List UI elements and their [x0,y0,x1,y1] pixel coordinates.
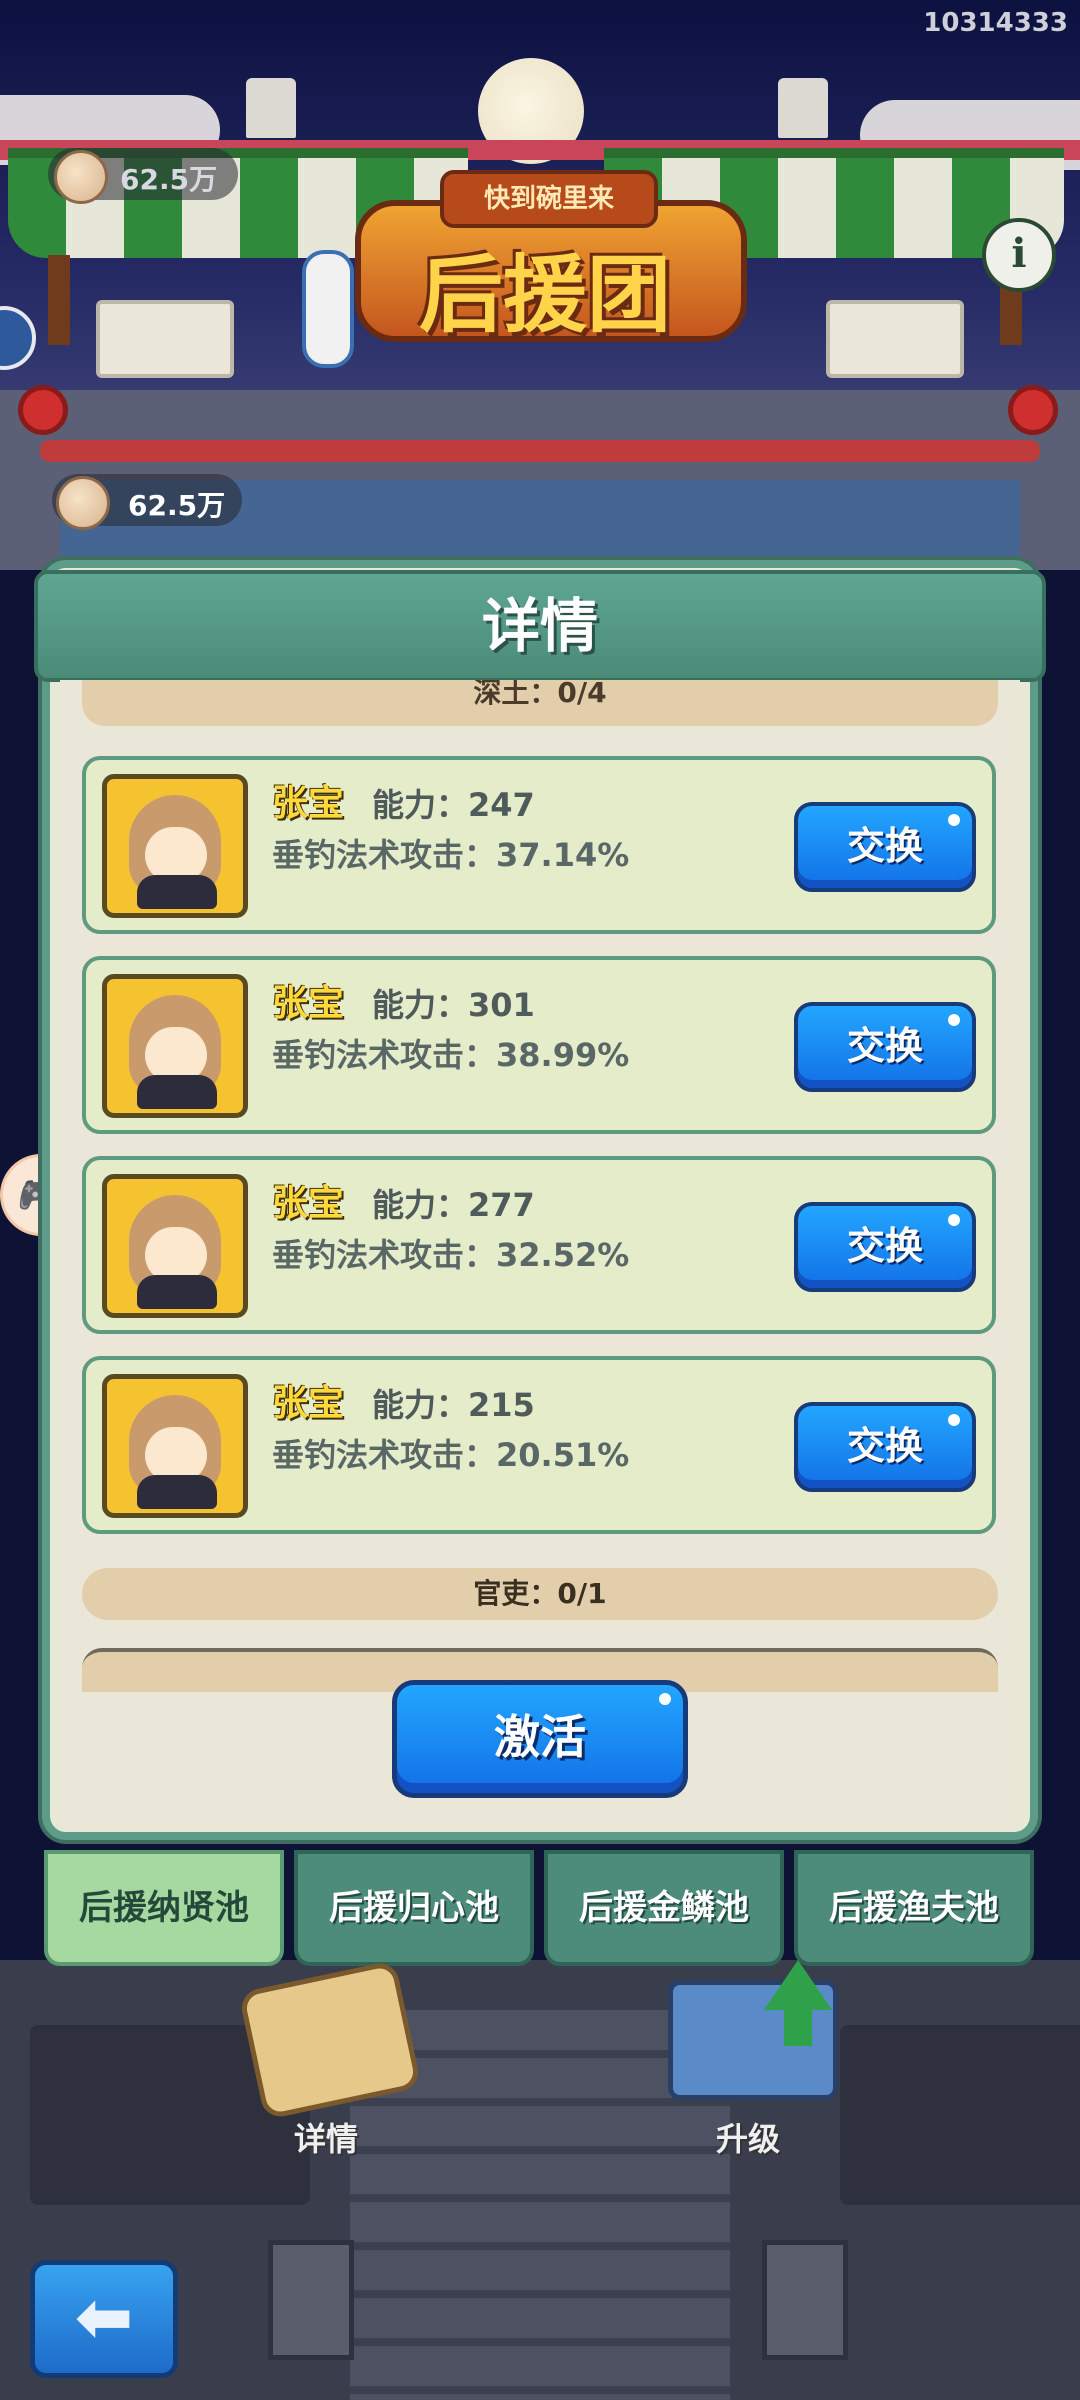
red-railing [40,440,1040,462]
tab-nahsien-pool[interactable]: 后援纳贤池 [44,1850,284,1966]
character-skill: 垂钓法术攻击：38.99% [272,1036,630,1074]
character-name: 张宝 [272,1383,345,1424]
dark-panel [840,2025,1080,2205]
list-item: 张宝 能力：215 垂钓法术攻击：20.51% 交换 [82,1356,996,1534]
activate-button[interactable]: 激活 [392,1680,688,1798]
upgrade-arrow-icon [764,1960,832,2010]
tab-jinlin-pool[interactable]: 后援金鳞池 [544,1850,784,1966]
character-avatar[interactable] [102,1174,248,1318]
list-item: 张宝 能力：247 垂钓法术攻击：37.14% 交换 [82,756,996,934]
game-logo: 快到碗里来 后援团 [345,170,747,344]
character-power: 能力：247 [372,786,535,824]
logo-title: 后援团 [418,246,671,344]
upgrade-label[interactable]: 升级 [716,2114,780,2160]
swap-button[interactable]: 交换 [794,1202,976,1292]
back-button[interactable]: ⬅ [30,2260,178,2378]
coin-amount-top: 62.5万 [120,163,218,196]
modal-scroll-list[interactable]: 深土：0/4 张宝 能力：247 垂钓法术攻击：37.14% 交换 张宝 能力：… [60,680,1020,1830]
character-skill: 垂钓法术攻击：20.51% [272,1436,630,1474]
swap-button[interactable]: 交换 [794,1002,976,1092]
character-name: 张宝 [272,983,345,1024]
stone-post [762,2240,848,2360]
section-header-top: 深土：0/4 [82,680,998,726]
coin-amount-second: 62.5万 [128,489,226,522]
character-name: 张宝 [272,1183,345,1224]
tab-guixin-pool[interactable]: 后援归心池 [294,1850,534,1966]
fence-graphic [96,300,234,378]
red-post-ball [18,385,68,435]
character-skill: 垂钓法术攻击：32.52% [272,1236,630,1274]
pagoda-graphic [778,78,828,138]
coin-icon [54,150,108,204]
fence-graphic [826,300,964,378]
back-arrow-icon: ⬅ [74,2276,134,2358]
character-avatar[interactable] [102,974,248,1118]
character-power: 能力：301 [372,986,535,1024]
list-item: 张宝 能力：301 垂钓法术攻击：38.99% 交换 [82,956,996,1134]
swap-button[interactable]: 交换 [794,1402,976,1492]
coin-icon [56,476,110,530]
details-label[interactable]: 详情 [294,2114,358,2160]
tab-yufu-pool[interactable]: 后援渔夫池 [794,1850,1034,1966]
section-header-officials: 官吏：0/1 [82,1568,998,1620]
character-skill: 垂钓法术攻击：37.14% [272,836,630,874]
info-icon: i [1011,230,1027,277]
red-post-ball [1008,385,1058,435]
pagoda-graphic [246,78,296,138]
character-name: 张宝 [272,783,345,824]
modal-header: 详情 [34,570,1046,682]
upgrade-arrow-stem [784,2006,812,2046]
swap-button[interactable]: 交换 [794,802,976,892]
info-button[interactable]: i [982,218,1056,292]
character-power: 能力：277 [372,1186,535,1224]
logo-subtitle: 快到碗里来 [440,170,658,228]
pillar [48,255,70,345]
stone-post [268,2240,354,2360]
list-item: 张宝 能力：277 垂钓法术攻击：32.52% 交换 [82,1156,996,1334]
character-avatar[interactable] [102,774,248,918]
modal-title: 详情 [481,592,598,660]
character-power: 能力：215 [372,1386,535,1424]
player-id: 10314333 [923,8,1068,38]
character-avatar[interactable] [102,1374,248,1518]
